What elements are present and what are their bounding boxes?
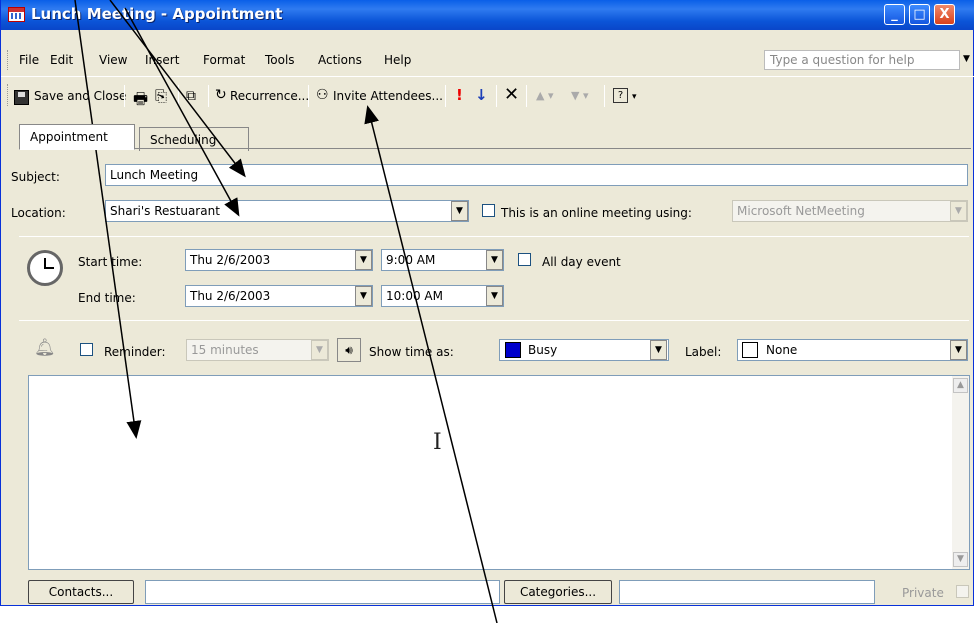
- menu-edit[interactable]: Edit: [50, 53, 73, 67]
- help-search-input[interactable]: Type a question for help: [764, 50, 960, 70]
- show-time-as-select[interactable]: Busy: [499, 339, 669, 361]
- contacts-input[interactable]: [145, 580, 500, 604]
- delete-icon[interactable]: ✕: [504, 84, 519, 105]
- online-meeting-select[interactable]: Microsoft NetMeeting: [732, 200, 968, 222]
- start-time-label: Start time:: [78, 255, 143, 269]
- clock-icon: [27, 250, 63, 286]
- menu-view[interactable]: View: [99, 53, 127, 67]
- label-label: Label:: [685, 345, 722, 359]
- label-color-swatch: [742, 342, 758, 358]
- tab-panel-border: [19, 148, 971, 149]
- menu-insert[interactable]: Insert: [145, 53, 179, 67]
- window-title: Lunch Meeting - Appointment: [31, 5, 283, 23]
- recurrence-icon: ↻: [215, 87, 227, 103]
- tab-appointment[interactable]: Appointment: [19, 124, 135, 150]
- end-time-label: End time:: [78, 291, 136, 305]
- text-cursor-icon: I: [433, 430, 442, 455]
- label-dropdown-icon[interactable]: ▼: [950, 340, 967, 360]
- print-icon[interactable]: 🖶: [133, 88, 148, 115]
- toolbar-grip[interactable]: [7, 84, 10, 106]
- attach-icon[interactable]: ⎘: [155, 87, 167, 105]
- end-time-dropdown-icon[interactable]: ▼: [486, 286, 503, 306]
- help-icon[interactable]: ?: [613, 88, 628, 103]
- menu-help[interactable]: Help: [384, 53, 411, 67]
- invite-attendees-button[interactable]: Invite Attendees...: [333, 89, 443, 103]
- contacts-button[interactable]: Contacts...: [28, 580, 134, 604]
- invite-attendees-icon: ⚇: [316, 87, 329, 103]
- toolbar-options-icon[interactable]: ▾: [632, 92, 637, 102]
- show-time-as-label: Show time as:: [369, 345, 454, 359]
- close-button[interactable]: X: [934, 4, 955, 25]
- show-time-dropdown-icon[interactable]: ▼: [650, 340, 667, 360]
- start-date-input[interactable]: Thu 2/6/2003: [185, 249, 373, 271]
- scroll-down-icon[interactable]: ▼: [953, 552, 968, 567]
- calendar-app-icon: [8, 7, 25, 22]
- reminder-label: Reminder:: [104, 345, 166, 359]
- save-and-close-button[interactable]: Save and Close: [34, 89, 126, 103]
- categories-input[interactable]: [619, 580, 875, 604]
- online-meeting-checkbox[interactable]: [482, 204, 495, 217]
- label-select[interactable]: None: [737, 339, 968, 361]
- all-day-checkbox[interactable]: [518, 253, 531, 266]
- start-time-dropdown-icon[interactable]: ▼: [486, 250, 503, 270]
- online-meeting-label: This is an online meeting using:: [501, 206, 692, 220]
- minimize-button[interactable]: _: [884, 4, 905, 25]
- previous-item-icon[interactable]: ▲ ▾: [536, 89, 553, 102]
- notes-scrollbar[interactable]: ▲ ▼: [952, 376, 969, 569]
- end-date-input[interactable]: Thu 2/6/2003: [185, 285, 373, 307]
- reminder-dropdown-icon[interactable]: ▼: [311, 340, 328, 360]
- subject-label: Subject:: [11, 170, 60, 184]
- save-icon: [14, 90, 29, 105]
- reminder-checkbox[interactable]: [80, 343, 93, 356]
- maximize-button[interactable]: □: [909, 4, 930, 25]
- location-label: Location:: [11, 206, 66, 220]
- low-importance-icon[interactable]: ↓: [475, 86, 488, 104]
- appointment-window: Lunch Meeting - Appointment _ □ X File E…: [0, 0, 974, 606]
- location-input[interactable]: Shari's Restuarant: [105, 200, 469, 222]
- high-importance-icon[interactable]: !: [456, 86, 463, 104]
- recurrence-button[interactable]: Recurrence...: [230, 89, 309, 103]
- insert-item-icon[interactable]: ⧉: [186, 88, 196, 104]
- help-dropdown-icon[interactable]: ▼: [963, 54, 970, 64]
- private-checkbox[interactable]: [956, 585, 969, 598]
- next-item-icon[interactable]: ▼ ▾: [571, 89, 588, 102]
- all-day-label: All day event: [542, 255, 621, 269]
- notes-textarea[interactable]: ▲ ▼: [28, 375, 970, 570]
- busy-color-swatch: [505, 342, 521, 358]
- bell-icon: 🔔︎: [34, 338, 56, 358]
- private-label: Private: [902, 586, 944, 600]
- menu-format[interactable]: Format: [203, 53, 245, 67]
- menu-tools[interactable]: Tools: [265, 53, 295, 67]
- title-bar: Lunch Meeting - Appointment _ □ X: [1, 0, 974, 30]
- end-date-dropdown-icon[interactable]: ▼: [355, 286, 372, 306]
- reminder-sound-icon[interactable]: 🔊︎: [337, 338, 361, 362]
- menubar-grip[interactable]: [7, 50, 10, 70]
- subject-input[interactable]: Lunch Meeting: [105, 164, 968, 186]
- online-meeting-dropdown-icon[interactable]: ▼: [950, 201, 967, 221]
- location-dropdown-icon[interactable]: ▼: [451, 201, 468, 221]
- start-date-dropdown-icon[interactable]: ▼: [355, 250, 372, 270]
- reminder-select[interactable]: 15 minutes: [186, 339, 329, 361]
- categories-button[interactable]: Categories...: [504, 580, 612, 604]
- menu-file[interactable]: File: [19, 53, 39, 67]
- menu-actions[interactable]: Actions: [318, 53, 362, 67]
- scroll-up-icon[interactable]: ▲: [953, 378, 968, 393]
